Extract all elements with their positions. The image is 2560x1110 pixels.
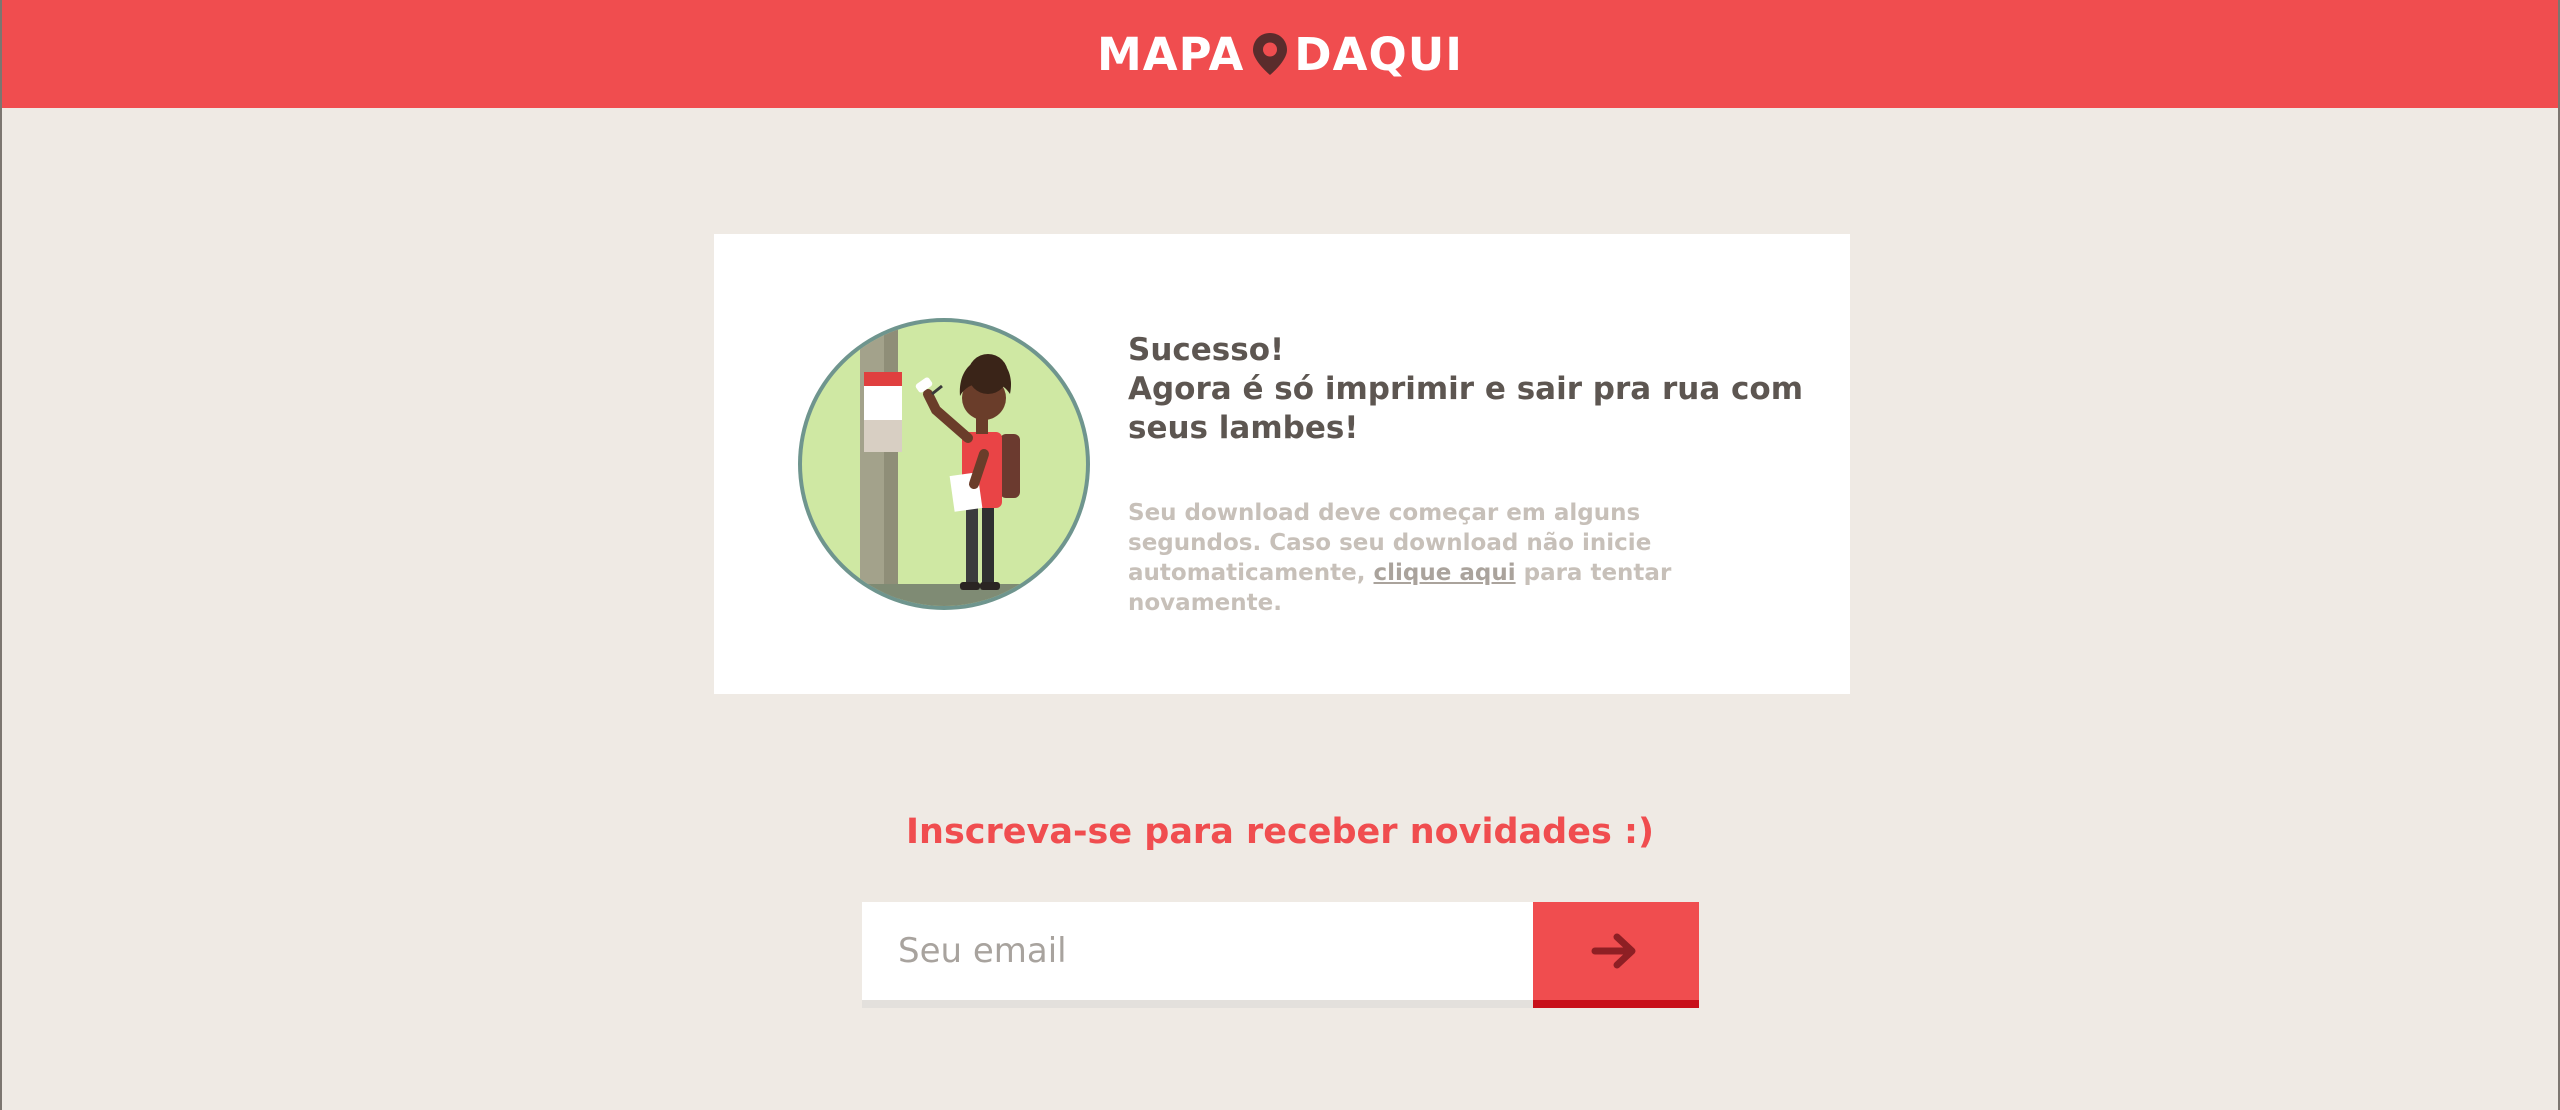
submit-button[interactable] — [1533, 902, 1699, 1008]
site-logo[interactable]: MAPA DAQUI — [2, 24, 2558, 84]
newsletter-heading: Inscreva-se para receber novidades :) — [906, 812, 1654, 852]
success-subheading: Agora é só imprimir e sair pra rua com s… — [1128, 371, 1804, 446]
email-input[interactable] — [862, 902, 1533, 1008]
newsletter-form — [862, 902, 1699, 1008]
success-heading: Sucesso! — [1128, 332, 1285, 368]
success-card: Sucesso! Agora é só imprimir e sair pra … — [714, 234, 1850, 694]
retry-download-link[interactable]: clique aqui — [1374, 560, 1516, 586]
person-pasting-poster-illustration — [798, 318, 1090, 610]
top-header-bar: MAPA DAQUI — [2, 0, 2558, 108]
logo-text-left: MAPA — [1096, 27, 1245, 81]
map-pin-icon — [1253, 33, 1288, 75]
arrow-right-icon — [1591, 933, 1636, 969]
success-title: Sucesso! Agora é só imprimir e sair pra … — [1128, 331, 1808, 448]
logo-text-right: DAQUI — [1294, 27, 1463, 81]
download-message: Seu download deve começar em alguns segu… — [1128, 498, 1688, 618]
